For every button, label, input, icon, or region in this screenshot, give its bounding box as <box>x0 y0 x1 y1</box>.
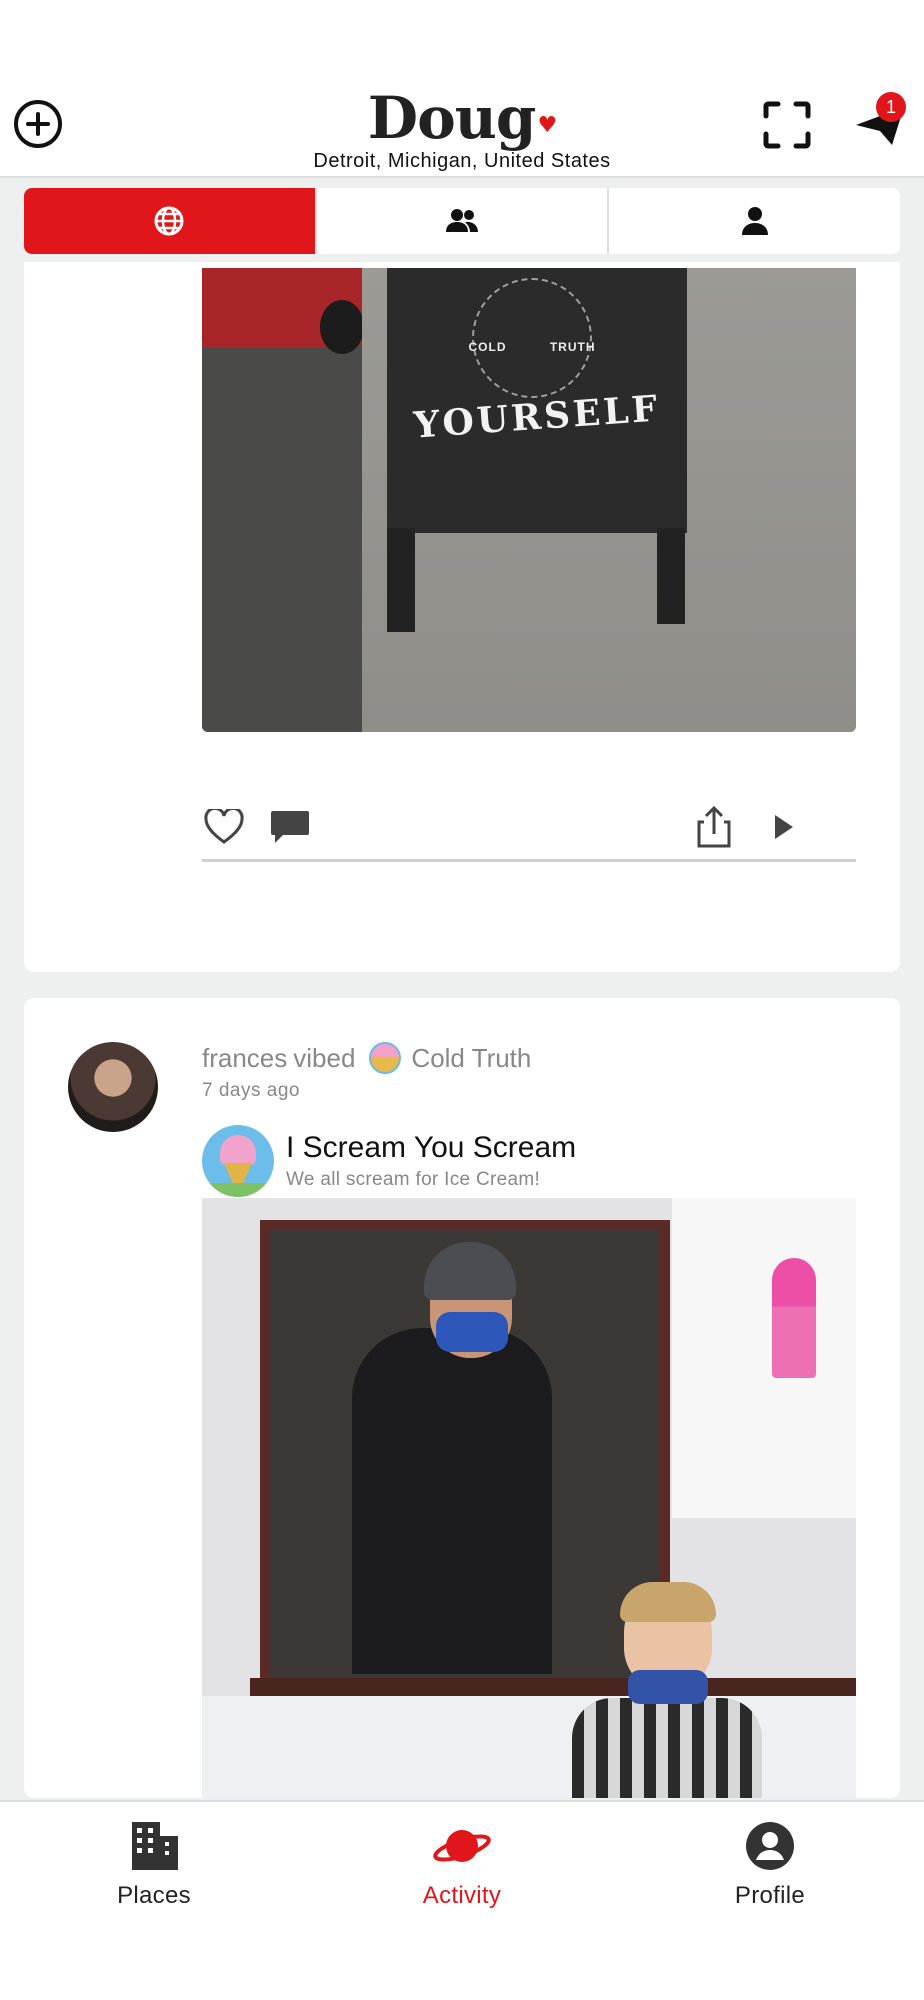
nav-label: Profile <box>734 1882 806 1909</box>
app-header: Doug♥ Detroit, Michigan, United States 1 <box>0 0 924 178</box>
user-avatar[interactable] <box>68 1042 158 1132</box>
post-actions <box>202 802 856 862</box>
place-name: I Scream You Scream <box>286 1131 577 1164</box>
planet-icon <box>433 1830 491 1862</box>
activity-card: frances vibed Cold Truth 7 days ago I Sc… <box>24 998 900 1798</box>
share-button[interactable] <box>692 802 736 852</box>
scan-icon <box>763 101 811 149</box>
share-icon <box>697 806 731 848</box>
child-in-photo <box>572 1582 762 1798</box>
person-icon <box>741 207 768 235</box>
feed-filter-tabs <box>24 188 900 254</box>
friends-icon <box>446 209 478 232</box>
place-mini-icon <box>369 1042 402 1074</box>
nav-places[interactable]: Places <box>0 1802 308 2000</box>
nav-label: Places <box>117 1882 191 1909</box>
post-photo[interactable]: COLD TRUTH YOURSELF <box>202 268 856 732</box>
comment-icon <box>271 811 309 843</box>
hanging-shirt <box>672 1198 856 1518</box>
current-location[interactable]: Detroit, Michigan, United States <box>0 150 924 173</box>
building-icon <box>132 1822 178 1870</box>
logo-text: Doug <box>367 84 537 152</box>
post-meta: frances vibed Cold Truth 7 days ago <box>202 1042 856 1102</box>
nav-activity[interactable]: Activity <box>308 1802 616 2000</box>
activity-card: COLD TRUTH YOURSELF <box>24 262 900 972</box>
play-button[interactable] <box>762 802 806 852</box>
person-in-window <box>352 1328 552 1674</box>
bottom-navigation: Places Activity Profile <box>0 1800 924 2000</box>
tab-global[interactable] <box>24 188 317 254</box>
username-link[interactable]: frances <box>202 1043 287 1074</box>
place-card[interactable]: I Scream You Scream We all scream for Ic… <box>202 1124 856 1198</box>
ice-cream-icon <box>202 1125 274 1197</box>
scan-button[interactable] <box>762 100 812 150</box>
heart-icon <box>204 809 244 844</box>
nav-label: Activity <box>422 1882 502 1909</box>
activity-verb: vibed <box>293 1042 356 1073</box>
notifications-button[interactable]: 1 <box>850 92 910 150</box>
post-photo[interactable] <box>202 1198 856 1798</box>
play-icon <box>775 815 793 839</box>
place-subtitle: We all scream for Ice Cream! <box>286 1169 541 1190</box>
comment-button[interactable] <box>268 802 312 852</box>
place-link[interactable]: Cold Truth <box>411 1043 531 1074</box>
parked-car <box>202 268 377 354</box>
nav-profile[interactable]: Profile <box>616 1802 924 2000</box>
profile-icon <box>746 1822 794 1870</box>
post-timestamp: 7 days ago <box>202 1080 300 1101</box>
tab-friends[interactable] <box>317 188 610 254</box>
like-button[interactable] <box>202 802 246 852</box>
notification-badge: 1 <box>876 92 906 122</box>
heart-logo-icon: ♥ <box>537 112 557 138</box>
tab-personal[interactable] <box>609 188 900 254</box>
board-small-text: COLD TRUTH <box>468 340 596 354</box>
board-emblem <box>472 278 592 398</box>
globe-icon <box>154 206 184 236</box>
